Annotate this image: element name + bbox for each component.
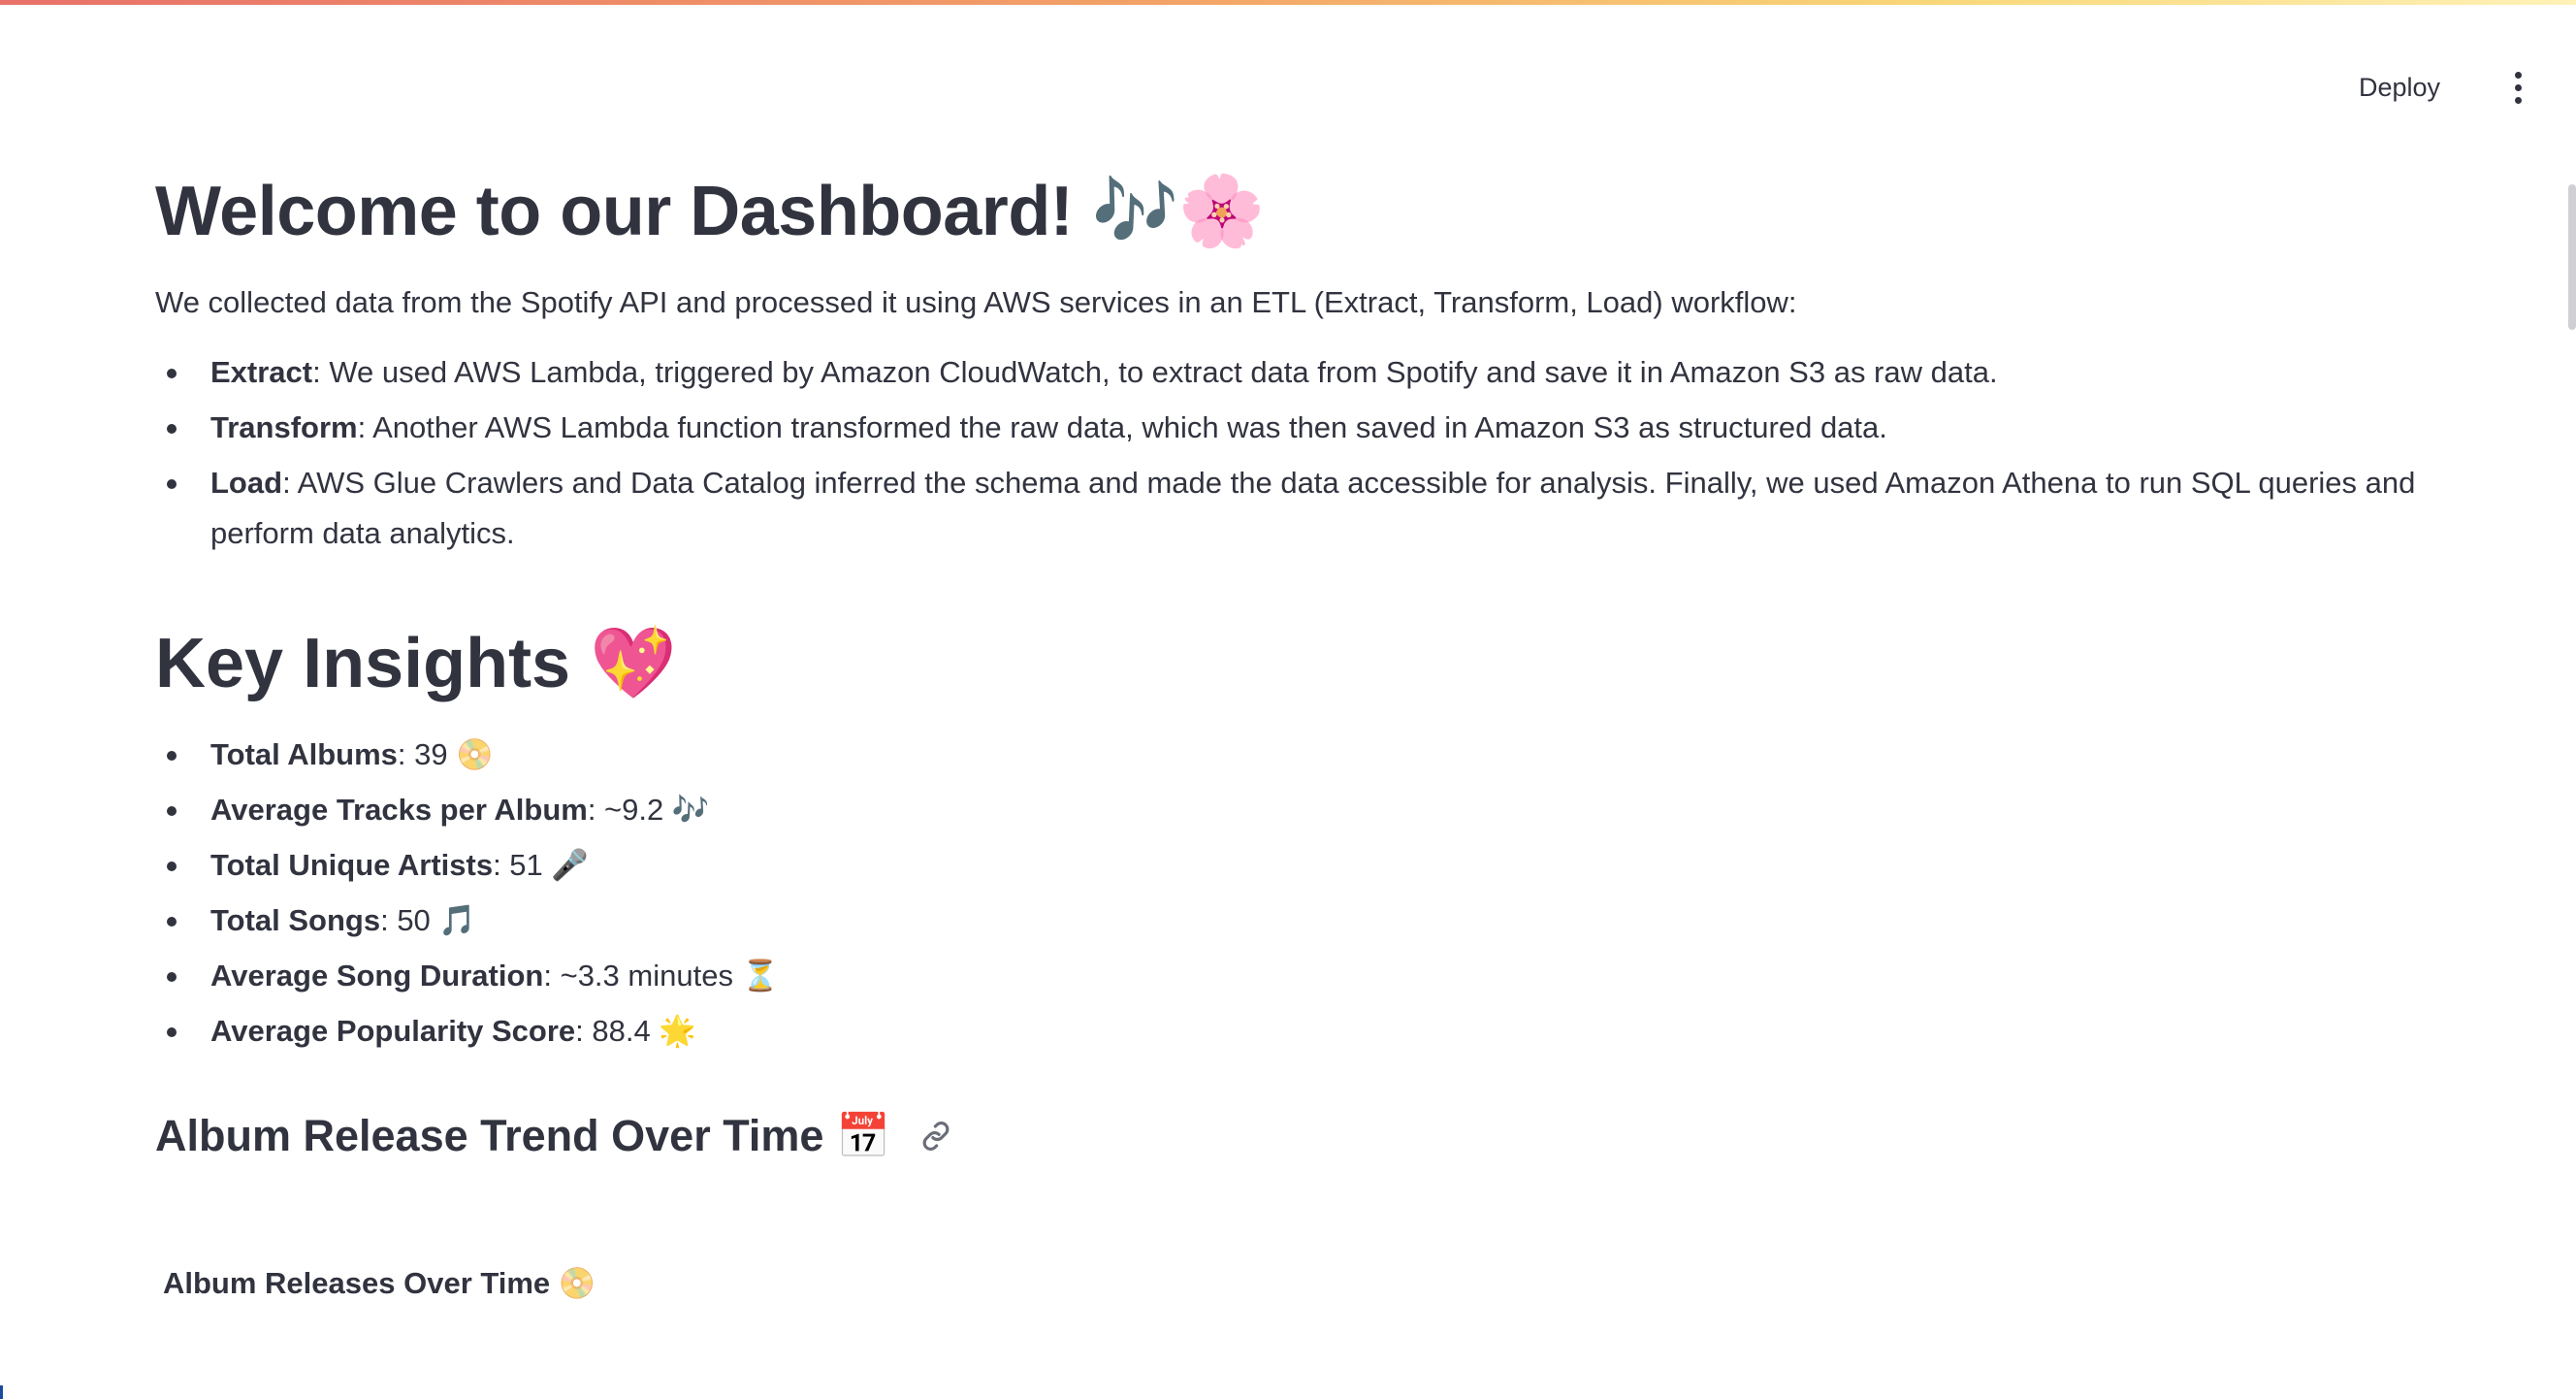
etl-steps-list: Extract: We used AWS Lambda, triggered b…	[155, 347, 2425, 559]
insight-term: Total Albums	[210, 737, 398, 771]
sidebar-edge	[0, 1385, 3, 1399]
step-term: Transform	[210, 410, 358, 444]
list-item: Extract: We used AWS Lambda, triggered b…	[155, 347, 2425, 398]
step-text: : AWS Glue Crawlers and Data Catalog inf…	[210, 466, 2416, 550]
list-item: Average Tracks per Album: ~9.2 🎶	[155, 785, 2425, 835]
scrollbar-thumb[interactable]	[2568, 184, 2576, 330]
insights-list: Total Albums: 39 📀 Average Tracks per Al…	[155, 730, 2425, 1057]
list-item: Transform: Another AWS Lambda function t…	[155, 403, 2425, 453]
insight-value: : 50 🎵	[380, 903, 477, 937]
top-decoration-bar	[0, 0, 2576, 5]
list-item: Load: AWS Glue Crawlers and Data Catalog…	[155, 458, 2425, 559]
step-term: Extract	[210, 355, 313, 389]
section-title-key-insights: Key Insights 💖	[155, 625, 677, 702]
insight-value: : ~3.3 minutes ⏳	[543, 959, 780, 992]
menu-dot	[2514, 96, 2522, 104]
list-item: Average Popularity Score: 88.4 🌟	[155, 1006, 2425, 1057]
list-item: Total Songs: 50 🎵	[155, 895, 2425, 946]
section-title-release-trend: Album Release Trend Over Time 📅	[155, 1107, 2425, 1165]
intro-paragraph: We collected data from the Spotify API a…	[155, 285, 1797, 319]
menu-dot	[2514, 83, 2522, 91]
list-item: Average Song Duration: ~3.3 minutes ⏳	[155, 951, 2425, 1001]
insight-value: : 51 🎤	[493, 848, 589, 882]
main-menu-icon[interactable]	[2498, 58, 2537, 116]
page-title: Welcome to our Dashboard! 🎶🌸	[155, 173, 1266, 250]
insight-term: Average Song Duration	[210, 959, 544, 992]
list-item: Total Unique Artists: 51 🎤	[155, 840, 2425, 891]
insight-term: Total Unique Artists	[210, 848, 494, 882]
chart-title: Album Releases Over Time 📀	[163, 1266, 596, 1300]
menu-dot	[2514, 71, 2522, 79]
insight-value: : 39 📀	[397, 737, 494, 771]
insight-value: : ~9.2 🎶	[587, 793, 710, 827]
step-term: Load	[210, 466, 283, 500]
step-text: : Another AWS Lambda function transforme…	[357, 410, 1887, 444]
link-icon[interactable]	[918, 1118, 954, 1155]
app-header: Deploy	[2347, 58, 2537, 116]
step-text: : We used AWS Lambda, triggered by Amazo…	[312, 355, 1998, 389]
trend-title-text: Album Release Trend Over Time 📅	[155, 1111, 890, 1160]
insight-value: : 88.4 🌟	[575, 1014, 696, 1048]
list-item: Total Albums: 39 📀	[155, 730, 2425, 780]
insight-term: Total Songs	[210, 903, 381, 937]
insight-term: Average Tracks per Album	[210, 793, 588, 827]
deploy-button[interactable]: Deploy	[2347, 63, 2452, 113]
insight-term: Average Popularity Score	[210, 1014, 576, 1048]
main-content: Welcome to our Dashboard! 🎶🌸 We collecte…	[155, 165, 2425, 1305]
